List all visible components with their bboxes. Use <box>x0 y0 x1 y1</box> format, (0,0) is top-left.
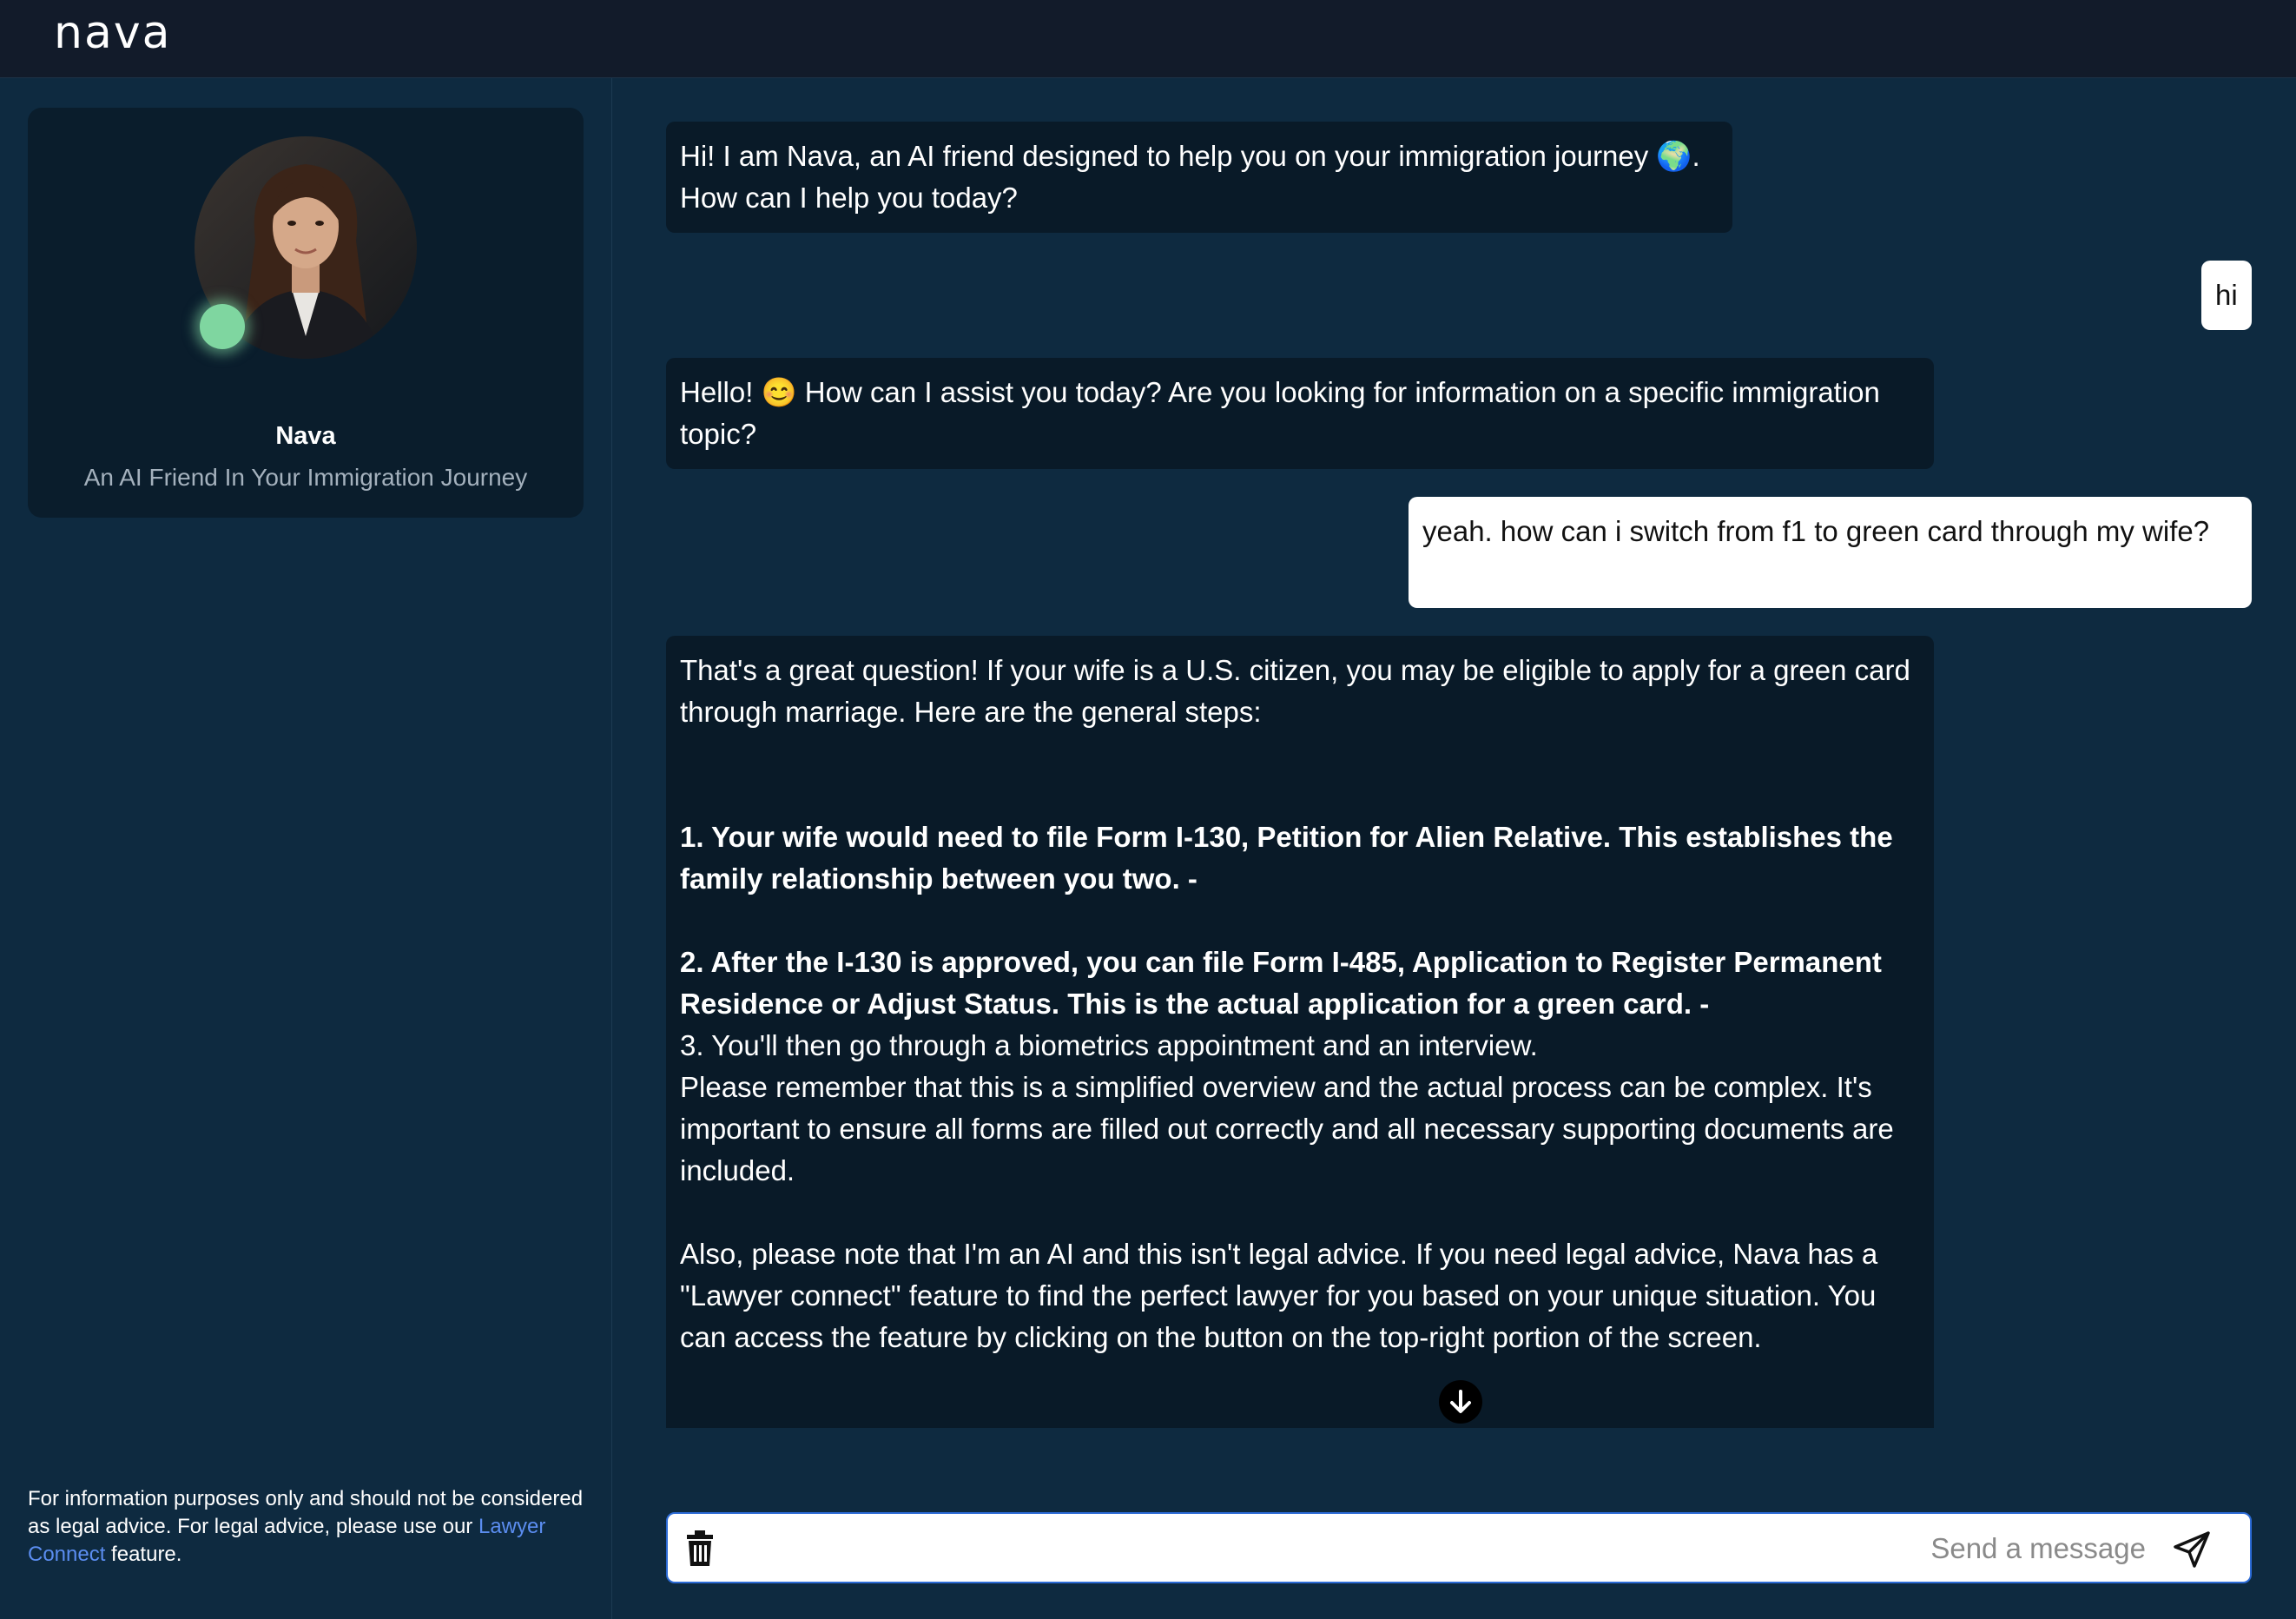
chat-panel: Hi! I am Nava, an AI friend designed to … <box>612 78 2296 1619</box>
scroll-down-button[interactable] <box>1439 1380 1482 1424</box>
message-input[interactable] <box>737 1524 2148 1573</box>
bot-message: Hi! I am Nava, an AI friend designed to … <box>666 122 1732 233</box>
bot-message: Hello! 😊 How can I assist you today? Are… <box>666 358 1934 469</box>
send-button[interactable] <box>2170 1528 2214 1571</box>
legal-disclaimer: For information purposes only and should… <box>28 1485 592 1569</box>
message-step-3: 3. You'll then go through a biometrics a… <box>680 1029 1538 1061</box>
online-status-dot <box>200 304 245 349</box>
message-step-1: 1. Your wife would need to file Form I-1… <box>680 821 1893 895</box>
message-line: How can I help you today? <box>680 182 1018 214</box>
message-text: hi <box>2215 279 2238 311</box>
message-intro: That's a great question! If your wife is… <box>680 654 1910 728</box>
message-note: Please remember that this is a simplifie… <box>680 1071 1894 1186</box>
message-line: Hi! I am Nava, an AI friend designed to … <box>680 140 1700 172</box>
clear-chat-button[interactable] <box>680 1528 720 1568</box>
user-message: yeah. how can i switch from f1 to green … <box>1409 497 2252 608</box>
profile-subtitle: An AI Friend In Your Immigration Journey <box>83 464 528 491</box>
profile-card: Nava An AI Friend In Your Immigration Jo… <box>28 108 584 518</box>
send-icon <box>2174 1531 2210 1568</box>
message-step-2: 2. After the I-130 is approved, you can … <box>680 946 1882 1020</box>
message-legal: Also, please note that I'm an AI and thi… <box>680 1238 1878 1353</box>
top-bar: nava <box>0 0 2296 78</box>
bot-message: That's a great question! If your wife is… <box>666 636 1934 1428</box>
disclaimer-suffix: feature. <box>105 1543 182 1566</box>
sidebar: Nava An AI Friend In Your Immigration Jo… <box>0 78 612 1619</box>
arrow-down-icon <box>1450 1390 1471 1413</box>
message-text: Hello! 😊 How can I assist you today? Are… <box>680 376 1880 450</box>
profile-name: Nava <box>275 422 336 450</box>
nava-logo[interactable]: nava <box>54 7 171 59</box>
message-text: yeah. how can i switch from f1 to green … <box>1422 515 2210 547</box>
trash-icon <box>687 1530 713 1566</box>
user-message: hi <box>2201 261 2252 330</box>
message-composer <box>666 1512 2252 1583</box>
